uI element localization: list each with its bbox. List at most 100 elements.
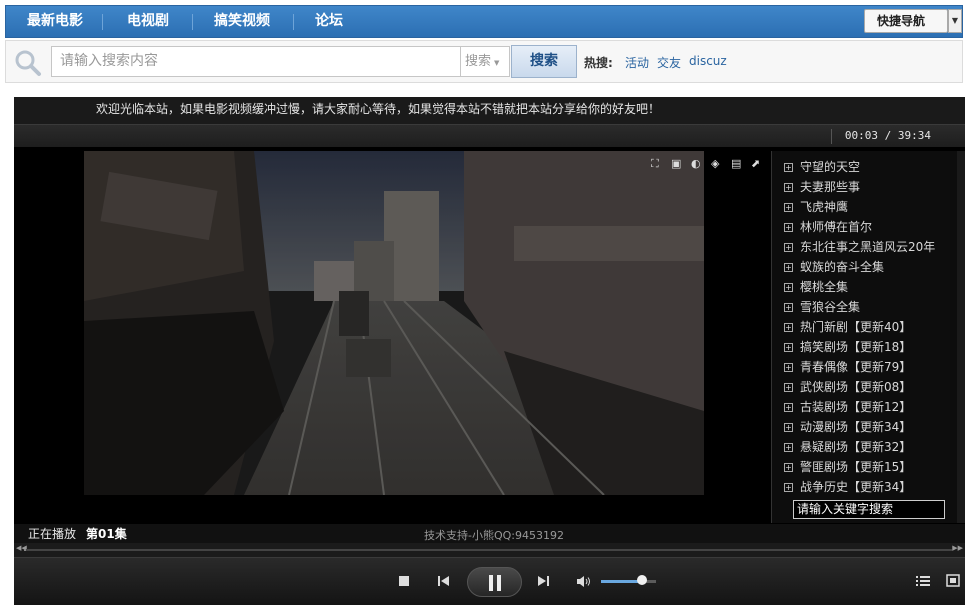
playlist-item[interactable]: + 蚁族的奋斗全集 — [784, 257, 884, 277]
now-playing-label: 正在播放 — [28, 527, 77, 541]
playlist-item[interactable]: + 警匪剧场【更新15】 — [784, 457, 911, 477]
playlist-item-label: 动漫剧场【更新34】 — [800, 420, 912, 434]
nav-forum[interactable]: 论坛 — [315, 6, 343, 37]
playlist-item[interactable]: + 雪狼谷全集 — [784, 297, 860, 317]
video-frame[interactable] — [84, 151, 704, 495]
search-bar: 请输入搜索内容 搜索 ▼ 搜索 热搜: 活动 交友 discuz — [5, 40, 963, 83]
popout-icon[interactable]: ⬈ — [751, 157, 760, 170]
time-display: 00:03 / 39:34 — [844, 129, 931, 142]
volume-fill — [601, 580, 642, 583]
search-button[interactable]: 搜索 — [511, 45, 577, 78]
nav-divider — [102, 14, 103, 30]
expand-icon: + — [784, 403, 793, 412]
expand-icon: + — [784, 303, 793, 312]
volume-handle[interactable] — [637, 575, 647, 585]
expand-icon: + — [784, 383, 793, 392]
playlist-item-label: 搞笑剧场【更新18】 — [800, 340, 912, 354]
expand-icon: + — [784, 323, 793, 332]
expand-icon: + — [784, 443, 793, 452]
nav-divider — [293, 14, 294, 30]
hot-search-label: 热搜: — [584, 56, 613, 70]
top-navigation: 最新电影 电视剧 搞笑视频 论坛 快捷导航 ▼ — [5, 5, 963, 38]
quick-nav-button[interactable]: 快捷导航 — [864, 9, 948, 33]
settings-icon[interactable]: ◈ — [711, 157, 719, 170]
chevron-down-icon: ▼ — [494, 59, 500, 67]
playlist-item-label: 雪狼谷全集 — [800, 300, 861, 314]
volume-icon[interactable] — [576, 575, 592, 588]
expand-icon: + — [784, 203, 793, 212]
playlist-search-input[interactable]: 请输入关键字搜索 — [793, 500, 945, 519]
expand-icon: + — [784, 223, 793, 232]
progress-bar[interactable]: ◀◀ ▶▶ — [14, 543, 965, 557]
screenshot-icon[interactable]: ▣ — [671, 157, 681, 170]
playlist-scrollbar[interactable] — [957, 151, 965, 523]
pause-button[interactable] — [467, 567, 522, 597]
playlist-item[interactable]: + 搞笑剧场【更新18】 — [784, 337, 911, 357]
forward-icon: ▶▶ — [952, 544, 963, 552]
fullscreen-icon[interactable]: ⛶ — [651, 157, 659, 171]
divider — [831, 129, 832, 144]
expand-icon: + — [784, 363, 793, 372]
search-scope-select[interactable]: 搜索 ▼ — [460, 46, 510, 77]
playlist-item[interactable]: + 热门新剧【更新40】 — [784, 317, 911, 337]
nav-tv-series[interactable]: 电视剧 — [127, 6, 169, 37]
progress-fill — [24, 549, 26, 551]
expand-icon: + — [784, 183, 793, 192]
playlist-toggle-icon[interactable] — [916, 575, 930, 587]
hot-search-link[interactable]: 交友 — [657, 54, 681, 71]
stop-icon[interactable] — [398, 575, 410, 587]
playlist-item[interactable]: + 武侠剧场【更新08】 — [784, 377, 911, 397]
nav-latest-movies[interactable]: 最新电影 — [27, 6, 83, 37]
previous-icon[interactable] — [437, 575, 450, 587]
playlist-item-label: 警匪剧场【更新15】 — [800, 460, 912, 474]
pause-icon — [489, 575, 501, 591]
playlist-item-label: 青春偶像【更新79】 — [800, 360, 912, 374]
time-bar: 00:03 / 39:34 — [14, 124, 965, 147]
playlist-item-label: 悬疑剧场【更新32】 — [800, 440, 912, 454]
playlist-item-label: 飞虎神鹰 — [800, 200, 849, 214]
episode-title: 第01集 — [86, 527, 127, 541]
playlist-item[interactable]: + 悬疑剧场【更新32】 — [784, 437, 911, 457]
nav-funny-videos[interactable]: 搞笑视频 — [214, 6, 270, 37]
next-icon[interactable] — [537, 575, 550, 587]
playlist-item[interactable]: + 东北往事之黑道风云20年 — [784, 237, 935, 257]
welcome-notice: 欢迎光临本站，如果电影视频缓冲过慢，请大家耐心等待，如果觉得本站不错就把本站分享… — [14, 97, 965, 124]
video-player: 欢迎光临本站，如果电影视频缓冲过慢，请大家耐心等待，如果觉得本站不错就把本站分享… — [14, 97, 965, 605]
playlist-item-label: 古装剧场【更新12】 — [800, 400, 912, 414]
playlist-panel: + 守望的天空 + 夫妻那些事 + 飞虎神鹰 + 林师傅在首尔 + 东北往事之黑道风云20… — [771, 151, 965, 523]
playlist-item-label: 热门新剧【更新40】 — [800, 320, 912, 334]
hot-search-link[interactable]: discuz — [689, 54, 727, 68]
search-icon — [15, 50, 41, 76]
expand-icon: + — [784, 343, 793, 352]
search-input[interactable]: 请输入搜索内容 — [51, 46, 461, 77]
expand-icon: + — [784, 283, 793, 292]
playlist-item-label: 夫妻那些事 — [800, 180, 861, 194]
playlist-item[interactable]: + 飞虎神鹰 — [784, 197, 848, 217]
playlist-item[interactable]: + 青春偶像【更新79】 — [784, 357, 911, 377]
playlist-item[interactable]: + 战争历史【更新34】 — [784, 477, 911, 497]
nav-divider — [192, 14, 193, 30]
progress-track — [24, 549, 952, 551]
fullscreen-icon[interactable] — [946, 574, 960, 587]
playlist-item-label: 樱桃全集 — [800, 280, 849, 294]
expand-icon: + — [784, 463, 793, 472]
playlist-item[interactable]: + 林师傅在首尔 — [784, 217, 872, 237]
search-scope-label: 搜索 — [465, 54, 492, 69]
playlist-item-label: 林师傅在首尔 — [800, 220, 873, 234]
hot-search-link[interactable]: 活动 — [625, 54, 649, 71]
brightness-icon[interactable]: ◐ — [691, 157, 701, 170]
playlist-item[interactable]: + 守望的天空 — [784, 157, 860, 177]
expand-icon: + — [784, 263, 793, 272]
expand-icon: + — [784, 163, 793, 172]
expand-icon: + — [784, 243, 793, 252]
playlist-item[interactable]: + 动漫剧场【更新34】 — [784, 417, 911, 437]
playlist-item[interactable]: + 樱桃全集 — [784, 277, 848, 297]
playlist-item[interactable]: + 夫妻那些事 — [784, 177, 860, 197]
expand-icon: + — [784, 423, 793, 432]
control-bar — [14, 557, 965, 605]
list-icon[interactable]: ▤ — [731, 157, 741, 170]
playlist-item-label: 守望的天空 — [800, 160, 861, 174]
chevron-down-icon[interactable]: ▼ — [948, 9, 962, 33]
playlist-item[interactable]: + 古装剧场【更新12】 — [784, 397, 911, 417]
playlist-item-label: 战争历史【更新34】 — [800, 480, 912, 494]
